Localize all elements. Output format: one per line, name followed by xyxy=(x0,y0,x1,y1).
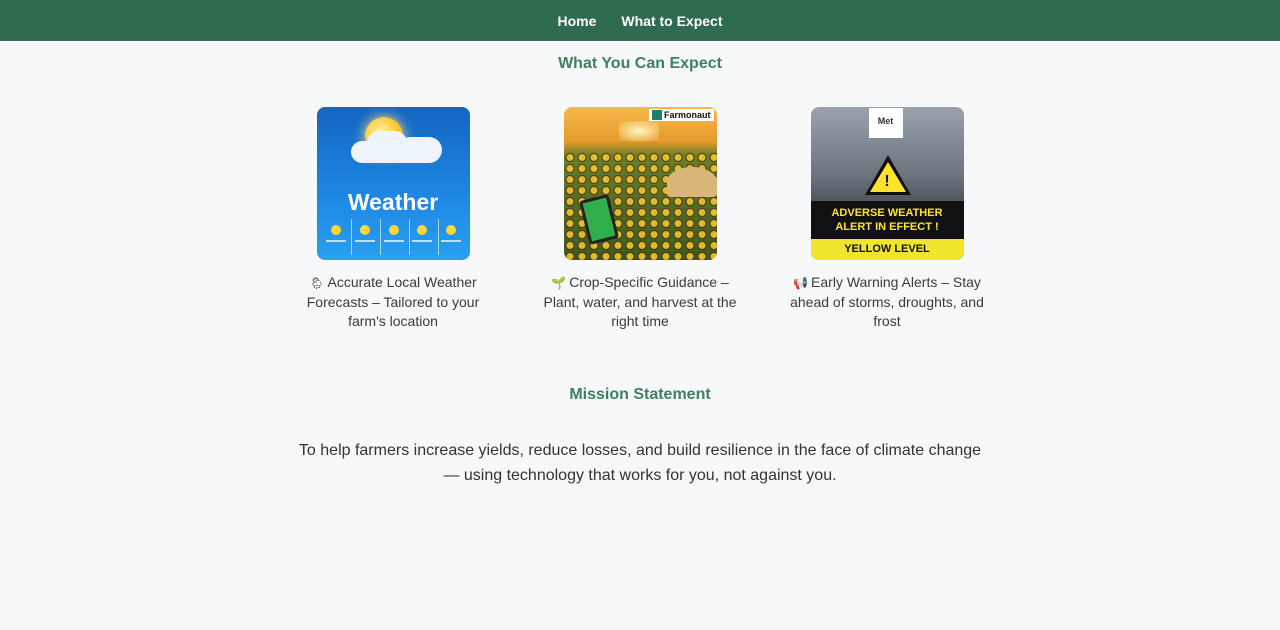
seedling-icon: 🌱 xyxy=(551,276,567,290)
mission-statement-text: To help farmers increase yields, reduce … xyxy=(298,442,982,484)
day-label xyxy=(383,240,404,242)
farmonaut-logo: Farmonaut xyxy=(648,109,714,121)
feature-text: Early Warning Alerts – Stay ahead of sto… xyxy=(790,274,984,329)
feature-weather-forecasts: Weather 🌦 Accurate Local Weather Forecast… xyxy=(291,107,496,331)
forecast-day xyxy=(380,219,406,255)
features-row: Weather 🌦 Accurate Local Weather Forecast… xyxy=(0,107,1280,331)
farmonaut-logo-text: Farmonaut xyxy=(663,110,711,120)
day-label xyxy=(354,240,375,242)
exclamation-icon: ! xyxy=(884,173,890,190)
met-logo: Met xyxy=(868,108,903,138)
weather-icon xyxy=(359,225,370,235)
farmonaut-logo-icon xyxy=(651,110,662,120)
top-navbar: Home What to Expect xyxy=(0,0,1280,41)
weather-alert-image: Met ! ADVERSE WEATHER ALERT IN EFFECT ! … xyxy=(810,107,964,260)
forecast-day xyxy=(351,219,377,255)
nav-link-home[interactable]: Home xyxy=(557,13,596,29)
megaphone-icon: 📢 xyxy=(793,276,809,290)
weather-icon xyxy=(388,225,399,235)
cloud-icon: 🌦 xyxy=(309,276,325,290)
feature-text: Crop-Specific Guidance – Plant, water, a… xyxy=(543,274,737,329)
weather-forecast-image: Weather xyxy=(316,107,470,260)
day-label xyxy=(325,240,346,242)
feature-crop-guidance: Farmonaut 🌱 Crop-Specific Guidance – Plan… xyxy=(538,107,743,331)
weather-icon xyxy=(417,225,428,235)
feature-early-warning: Met ! ADVERSE WEATHER ALERT IN EFFECT ! … xyxy=(785,107,990,331)
alert-line-2: ALERT IN EFFECT ! xyxy=(835,221,939,233)
alert-line-1: ADVERSE WEATHER xyxy=(831,207,943,219)
weather-icon xyxy=(330,225,341,235)
weather-image-title: Weather xyxy=(347,189,439,215)
feature-description: 🌱 Crop-Specific Guidance – Plant, water, … xyxy=(538,273,743,331)
alert-level-band: YELLOW LEVEL xyxy=(810,239,964,260)
nav-link-what-to-expect[interactable]: What to Expect xyxy=(621,13,722,29)
feature-description: 🌦 Accurate Local Weather Forecasts – Tail… xyxy=(291,273,496,331)
forecast-day xyxy=(437,219,464,255)
weather-icon xyxy=(446,225,456,235)
day-label xyxy=(412,240,433,242)
sunset-graphic xyxy=(618,121,659,141)
day-label xyxy=(441,240,461,242)
mission-statement-heading: Mission Statement xyxy=(569,386,711,403)
mini-forecast-strip xyxy=(323,219,464,255)
feature-text: Accurate Local Weather Forecasts – Tailo… xyxy=(306,274,480,329)
forecast-day xyxy=(323,219,349,255)
cloud-graphic xyxy=(396,137,442,163)
crop-guidance-image: Farmonaut xyxy=(563,107,717,260)
forecast-day xyxy=(408,219,435,255)
feature-description: 📢 Early Warning Alerts – Stay ahead of st… xyxy=(785,273,990,331)
farmer-hat-graphic xyxy=(666,167,717,197)
what-you-can-expect-heading: What You Can Expect xyxy=(558,55,722,72)
alert-banner: ADVERSE WEATHER ALERT IN EFFECT ! xyxy=(810,201,964,239)
